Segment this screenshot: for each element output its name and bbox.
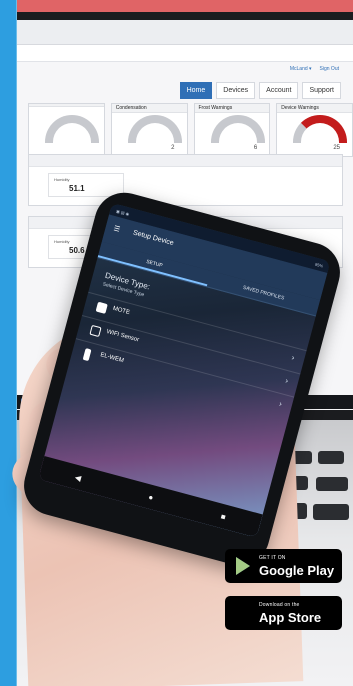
gauge-icon (45, 115, 99, 143)
app-store-small-text: Download on the (259, 602, 300, 608)
humidity-label: Humidity (54, 239, 70, 244)
app-title: Setup Device (132, 229, 175, 248)
account-links: McLand ▾ Sign Out (290, 66, 339, 72)
humidity-label: Humidity (54, 177, 70, 182)
condensation-gauge-icon (127, 115, 182, 143)
chevron-right-icon: › (278, 399, 284, 409)
app-store-text: App Store (259, 610, 322, 625)
nav-home[interactable]: Home (179, 82, 213, 99)
back-icon[interactable]: ◀ (74, 472, 82, 482)
app-promo-scene: McLand ▾ Sign Out Home Devices Account S… (0, 0, 353, 686)
google-play-small-text: GET IT ON (259, 555, 286, 561)
dashboard-card[interactable] (28, 103, 105, 157)
gauge-value: 2 (171, 145, 175, 151)
card-title: Device Warnings (277, 104, 352, 113)
sensor-section[interactable]: Humidity 51.1 (28, 154, 343, 206)
gauge-value: 6 (253, 145, 258, 151)
google-play-badge[interactable]: GET IT ON Google Play (225, 549, 342, 583)
humidity-value: 50.6 (69, 246, 85, 255)
device-warnings-card[interactable]: Device Warnings 25 (276, 103, 353, 157)
keyboard-key (313, 504, 349, 520)
sign-out-link[interactable]: Sign Out (320, 66, 339, 72)
humidity-value: 51.1 (69, 184, 85, 193)
condensation-card[interactable]: Condensation 2 (110, 103, 188, 157)
keyboard-key (316, 477, 348, 491)
home-icon[interactable]: ● (148, 492, 155, 502)
device-option-label: MOTE (112, 305, 131, 317)
left-accent-panel (0, 0, 17, 686)
nav-support[interactable]: Support (302, 82, 341, 99)
account-menu-link[interactable]: McLand ▾ (290, 66, 312, 72)
app-store-badge[interactable]: Download on the App Store (225, 596, 342, 630)
wifi-sensor-icon (89, 324, 102, 338)
browser-address-bar[interactable] (14, 45, 353, 62)
browser-chrome (14, 20, 353, 45)
card-title (29, 104, 104, 107)
recents-icon[interactable]: ■ (220, 511, 227, 521)
status-icons: ▣ ▤ ◉ (115, 207, 130, 217)
warning-gauge-icon (293, 115, 348, 143)
section-title (29, 155, 342, 167)
humidity-reading: Humidity 51.1 (48, 173, 124, 197)
nav-devices[interactable]: Devices (216, 82, 256, 99)
device-option-label: EL-WEM (99, 352, 125, 365)
google-play-icon (236, 557, 250, 575)
frost-warnings-card[interactable]: Frost Warnings 6 (193, 103, 271, 157)
card-title: Condensation (111, 104, 187, 113)
dashboard-cards: Condensation 2 Frost Warnings 6 Device W… (28, 103, 353, 157)
battery-status: 85% (314, 261, 324, 269)
chevron-right-icon: › (284, 375, 290, 386)
google-play-text: Google Play (259, 563, 335, 578)
nav-account[interactable]: Account (259, 82, 299, 99)
keyboard-key (318, 451, 344, 464)
menu-icon[interactable]: ☰ (112, 225, 122, 235)
device-icon (82, 348, 92, 362)
frost-gauge-icon (210, 115, 265, 143)
gauge-value: 25 (333, 145, 340, 151)
mote-icon (95, 301, 108, 314)
card-title: Frost Warnings (194, 104, 270, 113)
main-navigation: Home Devices Account Support (179, 82, 341, 99)
device-option-label: WIFI Sensor (105, 328, 140, 344)
chevron-right-icon: › (290, 352, 296, 363)
